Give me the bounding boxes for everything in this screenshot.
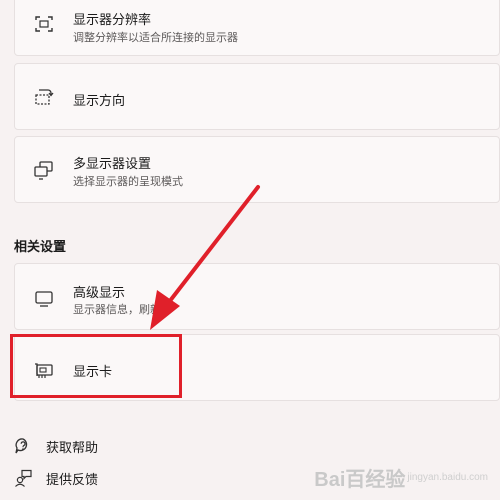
get-help-link[interactable]: 获取帮助	[14, 434, 98, 458]
annotation-arrow	[150, 185, 260, 330]
help-icon	[15, 438, 28, 454]
watermark-subtext: jingyan.baidu.com	[407, 472, 488, 483]
feedback-icon	[15, 469, 32, 487]
watermark-text: Bai百经验	[314, 469, 406, 491]
give-feedback-label: 提供反馈	[46, 472, 99, 488]
baidu-watermark: Bai百经验 jingyan.baidu.com	[314, 463, 488, 492]
give-feedback-link[interactable]: 提供反馈	[14, 466, 98, 490]
get-help-label: 获取帮助	[46, 440, 99, 456]
